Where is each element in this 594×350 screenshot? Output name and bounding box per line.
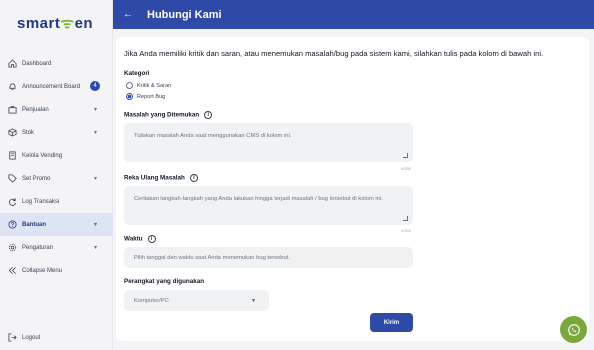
sidebar-menu: Dashboard Announcement Board 4 Penjualan…: [0, 52, 113, 282]
chevron-down-icon: ▾: [93, 245, 97, 251]
bell-icon: [8, 82, 17, 91]
whatsapp-icon: [567, 323, 580, 336]
radio-label: Kritik & Saran: [137, 82, 172, 89]
sidebar: smartᯤen Dashboard Announcement Board 4 …: [0, 0, 113, 350]
brand-logo[interactable]: smartᯤen: [17, 13, 93, 33]
contact-form-card: Jika Anda memiliki kritik dan saran, ata…: [116, 37, 589, 341]
briefcase-icon: [8, 105, 17, 114]
repro-label: Reka Ulang Masalah i: [124, 174, 198, 182]
sidebar-item-label: Dashboard: [22, 60, 52, 67]
sidebar-item-dashboard[interactable]: Dashboard: [0, 52, 113, 75]
device-select[interactable]: Komputer/PC ▼: [124, 290, 269, 311]
tag-icon: [8, 174, 17, 183]
sidebar-item-label: Stok: [22, 129, 35, 136]
resize-handle-icon[interactable]: [403, 153, 408, 158]
info-icon[interactable]: i: [189, 174, 198, 182]
radio-kritik-saran[interactable]: Kritik & Saran: [126, 82, 171, 89]
sidebar-item-label: Penjualan: [22, 106, 49, 113]
home-icon: [8, 59, 17, 68]
device-label: Perangkat yang digunakan: [124, 278, 205, 285]
logout-button[interactable]: Logout: [8, 333, 40, 342]
sidebar-item-bantuan[interactable]: Bantuan ▾: [0, 213, 113, 236]
time-input[interactable]: Pilih tanggal dan waktu saat Anda menemu…: [124, 247, 413, 268]
repro-placeholder: Ceritakan langkah-langkah yang Anda laku…: [134, 196, 383, 202]
notification-badge: 4: [90, 81, 100, 91]
repro-char-counter: 0/250: [401, 228, 412, 233]
radio-report-bug[interactable]: Report Bug: [126, 93, 165, 100]
sidebar-item-label: Kelola Vending: [22, 152, 63, 159]
device-value: Komputer/PC: [134, 297, 169, 304]
chevron-down-icon: ▾: [93, 107, 97, 113]
logout-label: Logout: [22, 334, 41, 341]
category-label: Kategori: [124, 70, 150, 77]
back-arrow-icon[interactable]: ←: [123, 9, 133, 20]
sidebar-item-log-transaksi[interactable]: Log Transaksi: [0, 190, 113, 213]
chevron-down-icon: ▾: [93, 222, 97, 228]
vending-icon: [8, 151, 17, 160]
info-icon[interactable]: i: [147, 235, 156, 243]
chevron-down-icon: ▾: [93, 130, 97, 136]
info-icon[interactable]: i: [204, 111, 213, 119]
time-placeholder: Pilih tanggal dan waktu saat Anda menemu…: [134, 254, 290, 261]
logout-icon: [8, 333, 17, 342]
problem-char-counter: 0/250: [401, 166, 412, 171]
submit-button[interactable]: Kirim: [370, 313, 413, 332]
problem-placeholder: Tuliskan masalah Anda saat menggunakan C…: [134, 133, 292, 139]
sidebar-item-set-promo[interactable]: Set Promo ▾: [0, 167, 113, 190]
sidebar-item-collapse-menu[interactable]: Collapse Menu: [0, 259, 113, 282]
help-icon: [8, 220, 17, 229]
gear-icon: [8, 243, 17, 252]
sidebar-item-label: Bantuan: [22, 221, 46, 228]
page-header: ← Hubungi Kami: [113, 0, 594, 29]
chevron-down-icon: ▾: [93, 176, 97, 182]
refresh-icon: [8, 197, 17, 206]
sidebar-item-label: Set Promo: [22, 175, 51, 182]
sidebar-item-penjualan[interactable]: Penjualan ▾: [0, 98, 113, 121]
problem-textarea[interactable]: Tuliskan masalah Anda saat menggunakan C…: [124, 123, 413, 162]
sidebar-item-kelola-vending[interactable]: Kelola Vending: [0, 144, 113, 167]
whatsapp-button[interactable]: [560, 316, 587, 343]
intro-text: Jika Anda memiliki kritik dan saran, ata…: [124, 49, 544, 58]
radio-button[interactable]: [126, 82, 133, 89]
sidebar-item-announcement-board[interactable]: Announcement Board 4: [0, 75, 113, 98]
box-icon: [8, 128, 17, 137]
radio-button[interactable]: [126, 93, 133, 100]
resize-handle-icon[interactable]: [403, 216, 408, 221]
sidebar-item-label: Collapse Menu: [22, 267, 63, 274]
sidebar-item-label: Pengaturan: [22, 244, 54, 251]
sidebar-item-stok[interactable]: Stok ▾: [0, 121, 113, 144]
page-title: Hubungi Kami: [147, 8, 222, 21]
collapse-icon: [8, 266, 17, 275]
sidebar-item-label: Log Transaksi: [22, 198, 60, 205]
caret-down-icon: ▼: [251, 298, 256, 304]
repro-textarea[interactable]: Ceritakan langkah-langkah yang Anda laku…: [124, 186, 413, 225]
problem-label: Masalah yang Ditemukan i: [124, 111, 213, 119]
sidebar-item-pengaturan[interactable]: Pengaturan ▾: [0, 236, 113, 259]
radio-label: Report Bug: [137, 93, 166, 100]
time-label: Waktu i: [124, 235, 156, 243]
sidebar-item-label: Announcement Board: [22, 83, 81, 90]
